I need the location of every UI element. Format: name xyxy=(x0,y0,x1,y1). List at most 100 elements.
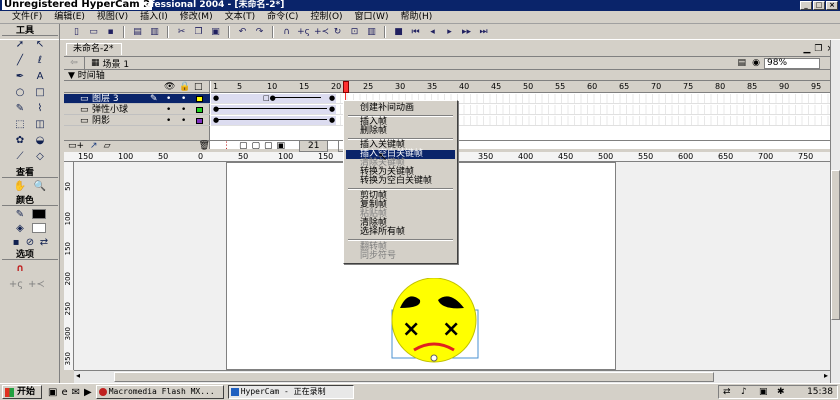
tray-app-icon[interactable]: ▣ xyxy=(759,386,768,398)
visibility-dot[interactable]: • xyxy=(166,105,171,115)
align-icon[interactable]: ▥ xyxy=(365,26,378,38)
menu-text[interactable]: 文本(T) xyxy=(219,11,262,23)
undo-icon[interactable]: ↶ xyxy=(236,26,249,38)
edit-multiple-icon[interactable]: ▢ xyxy=(264,141,273,151)
maximize-button[interactable]: □ xyxy=(813,1,825,10)
edit-symbol-icon[interactable]: ◉ xyxy=(752,58,760,68)
step-back-icon[interactable]: ◂ xyxy=(426,26,439,38)
layer-row[interactable]: ▭ 弹性小球 • • xyxy=(64,105,210,115)
tray-ime-icon[interactable]: ✱ xyxy=(777,386,785,398)
play-icon[interactable]: ▸ xyxy=(443,26,456,38)
desktop-icon[interactable]: ▣ xyxy=(48,387,57,398)
oval-icon[interactable]: ○ xyxy=(12,86,28,100)
pen-icon[interactable]: ✒ xyxy=(12,70,28,84)
ie-icon[interactable]: e xyxy=(61,387,67,398)
menu-help[interactable]: 帮助(H) xyxy=(394,11,438,23)
menu-commands[interactable]: 命令(C) xyxy=(261,11,304,23)
swap-colors-icon[interactable]: ⇄ xyxy=(36,236,52,250)
zoom-select[interactable]: 98% xyxy=(764,58,820,69)
paste-icon[interactable]: ▣ xyxy=(209,26,222,38)
smooth-option-icon[interactable]: +ς xyxy=(8,278,24,292)
print-icon[interactable]: ▤ xyxy=(131,26,144,38)
add-guide-icon[interactable]: ↗ xyxy=(90,141,98,151)
add-layer-icon[interactable]: ▭+ xyxy=(68,141,84,151)
line-icon[interactable]: ╱ xyxy=(12,54,28,68)
visibility-dot[interactable]: • xyxy=(166,94,171,104)
subselect-icon[interactable]: ↖ xyxy=(32,38,48,52)
center-frame-icon[interactable]: ⋮ xyxy=(222,141,231,151)
frame-row[interactable]: ● □● ● xyxy=(211,94,830,104)
pencil-icon[interactable]: ✎ xyxy=(12,102,28,116)
dizzy-face-graphic[interactable]: × × xyxy=(386,278,482,364)
outline-icon[interactable]: □ xyxy=(194,82,203,92)
scroll-right-icon[interactable]: ▸ xyxy=(824,371,828,380)
frame-ruler[interactable]: 1 5 10 15 20 25 30 35 40 45 50 55 60 65 … xyxy=(211,81,830,93)
smooth-icon[interactable]: +ς xyxy=(297,26,310,38)
layer-row[interactable]: ▭ 图层 3 ✎ • • xyxy=(64,94,210,104)
add-folder-icon[interactable]: ▱ xyxy=(104,141,111,151)
lock-dot[interactable]: • xyxy=(181,105,186,115)
eraser-icon[interactable]: ◇ xyxy=(32,150,48,164)
rewind-icon[interactable]: ⏮ xyxy=(409,26,422,38)
menu-create-tween[interactable]: 创建补间动画 xyxy=(346,104,455,113)
menu-control[interactable]: 控制(O) xyxy=(304,11,348,23)
taskbar-flash[interactable]: Macromedia Flash MX... xyxy=(95,385,224,399)
edit-scene-icon[interactable]: ▤ xyxy=(737,58,746,68)
outlook-icon[interactable]: ✉ xyxy=(72,387,80,398)
arrow-icon[interactable]: ➚ xyxy=(12,38,28,52)
stop-icon[interactable]: ■ xyxy=(392,26,405,38)
eye-icon[interactable]: 👁 xyxy=(164,82,175,92)
delete-layer-icon[interactable]: 🗑 xyxy=(199,141,210,151)
eyedropper-icon[interactable]: ⟋ xyxy=(12,150,28,164)
step-forward-icon[interactable]: ▸▸ xyxy=(460,26,473,38)
layer-row[interactable]: ▭ 阴影 • • xyxy=(64,116,210,126)
visibility-dot[interactable]: • xyxy=(166,116,171,126)
lock-icon[interactable]: 🔒 xyxy=(179,82,190,92)
transform-point[interactable] xyxy=(430,354,438,362)
stroke-color-swatch[interactable] xyxy=(32,209,46,219)
keyframe-dot[interactable]: ● xyxy=(329,116,335,124)
layer-color-swatch[interactable] xyxy=(196,118,203,124)
scroll-left-icon[interactable]: ◂ xyxy=(76,371,80,380)
fill-transform-icon[interactable]: ◫ xyxy=(32,118,48,132)
keyframe-box[interactable]: □● xyxy=(263,94,276,102)
menu-modify[interactable]: 修改(M) xyxy=(174,11,219,23)
lock-dot[interactable]: • xyxy=(181,94,186,104)
menu-select-all-frames[interactable]: 选择所有帧 xyxy=(346,228,455,237)
rotate-icon[interactable]: ↻ xyxy=(331,26,344,38)
doc-minimize-icon[interactable]: ▁ xyxy=(803,44,810,54)
playhead[interactable] xyxy=(343,81,349,93)
zoom-icon[interactable]: 🔍 xyxy=(32,180,48,194)
tray-network-icon[interactable]: ⇄ xyxy=(723,386,731,398)
menu-view[interactable]: 视图(V) xyxy=(91,11,134,23)
stroke-color-icon[interactable]: ✎ xyxy=(12,208,28,222)
menu-window[interactable]: 窗口(W) xyxy=(349,11,395,23)
layer-color-swatch[interactable] xyxy=(196,107,203,113)
ink-bottle-icon[interactable]: ✿ xyxy=(12,134,28,148)
close-button[interactable]: × xyxy=(826,1,838,10)
scroll-thumb[interactable] xyxy=(114,372,714,382)
hand-icon[interactable]: ✋ xyxy=(12,180,28,194)
timeline-header[interactable]: ▼ 时间轴 xyxy=(64,71,840,81)
frame-row[interactable]: ● ● xyxy=(211,105,830,115)
end-icon[interactable]: ⏭ xyxy=(477,26,490,38)
redo-icon[interactable]: ↷ xyxy=(253,26,266,38)
tray-volume-icon[interactable]: ♪ xyxy=(741,386,747,398)
vertical-scrollbar[interactable] xyxy=(830,40,840,383)
keyframe-dot[interactable]: ● xyxy=(213,94,219,102)
start-button[interactable]: 开始 xyxy=(2,385,42,399)
save-icon[interactable]: ▪ xyxy=(104,26,117,38)
back-arrow-icon[interactable]: ⇦ xyxy=(64,58,84,68)
onion-markers-icon[interactable]: ▣ xyxy=(277,141,286,151)
scene-crumb[interactable]: ▦ 场景 1 xyxy=(84,57,129,70)
minimize-button[interactable]: _ xyxy=(800,1,812,10)
copy-icon[interactable]: ❐ xyxy=(192,26,205,38)
snap-icon[interactable]: ∩ xyxy=(280,26,293,38)
open-icon[interactable]: ▭ xyxy=(87,26,100,38)
menu-sync-symbols[interactable]: 同步符号 xyxy=(346,252,455,261)
text-icon[interactable]: A xyxy=(32,70,48,84)
scale-icon[interactable]: ⊡ xyxy=(348,26,361,38)
menu-delete-frame[interactable]: 删除帧 xyxy=(346,127,455,136)
frame-grid[interactable]: 1 5 10 15 20 25 30 35 40 45 50 55 60 65 … xyxy=(211,81,830,149)
keyframe-dot[interactable]: ● xyxy=(213,105,219,113)
